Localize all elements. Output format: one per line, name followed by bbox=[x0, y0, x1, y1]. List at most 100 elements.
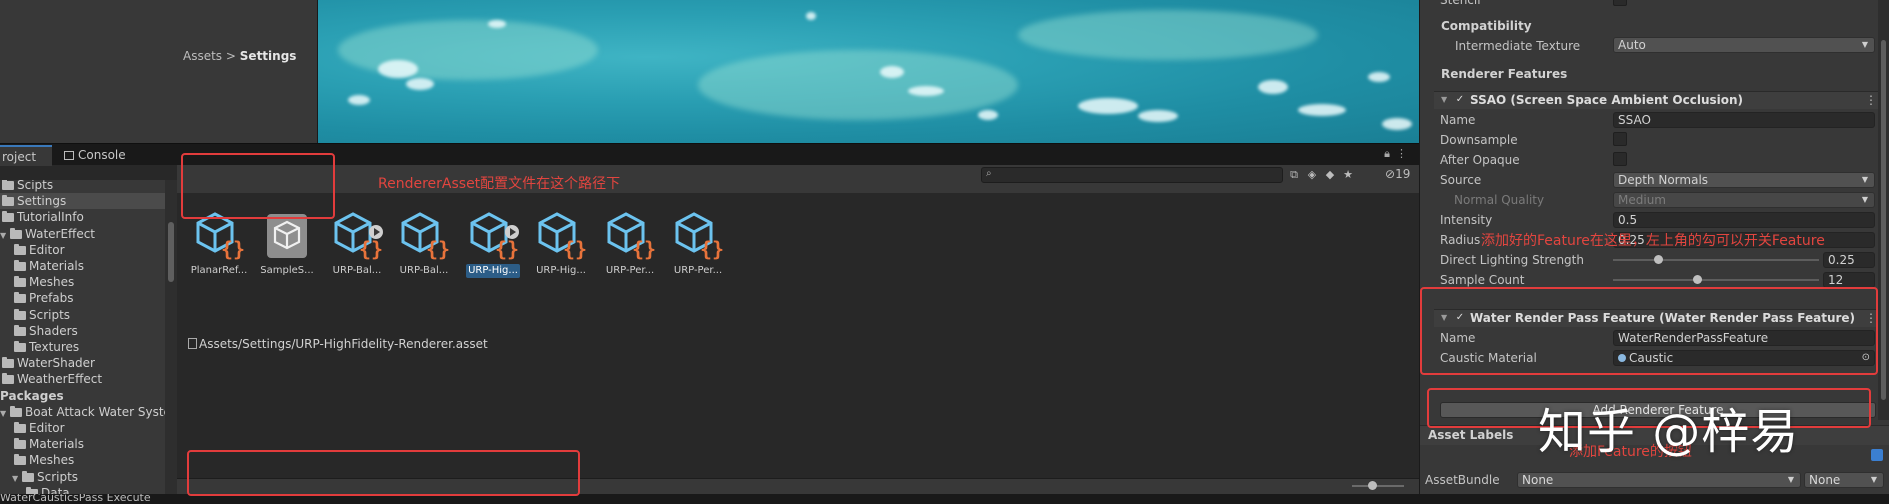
radius-field[interactable]: 0.25 bbox=[1613, 232, 1875, 248]
asset-item[interactable]: {} URP-Bal... bbox=[390, 210, 458, 278]
asset-item[interactable]: {} URP-Per... bbox=[664, 210, 732, 278]
tree-scroll-thumb[interactable] bbox=[168, 222, 174, 282]
after-opaque-checkbox[interactable] bbox=[1613, 152, 1627, 166]
svg-text:{}: {} bbox=[359, 237, 383, 261]
direct-lighting-slider-knob[interactable] bbox=[1654, 255, 1664, 264]
search-filter-icon[interactable]: ◈ bbox=[1304, 168, 1320, 182]
renderer-features-header: Renderer Features bbox=[1441, 67, 1568, 81]
direct-lighting-field[interactable]: 0.25 bbox=[1823, 252, 1875, 268]
panel-menu-icons[interactable]: 🔒︎⋮ bbox=[1384, 147, 1413, 161]
water-enable-checkbox[interactable]: ✓ bbox=[1454, 312, 1466, 324]
foldout-caret-icon[interactable]: ▼ bbox=[1441, 309, 1447, 327]
asset-item[interactable]: {} URP-Per... bbox=[596, 210, 664, 278]
tree-item[interactable]: ▼ Scripts bbox=[0, 469, 78, 485]
downsample-checkbox[interactable] bbox=[1613, 132, 1627, 146]
search-by-type-icon[interactable]: ⧉ bbox=[1286, 168, 1302, 182]
asset-item[interactable]: SampleS... bbox=[253, 210, 321, 278]
tree-item-label: Data bbox=[41, 485, 70, 494]
intensity-field[interactable]: 0.5 bbox=[1613, 212, 1875, 228]
tree-item[interactable]: WeatherEffect bbox=[0, 371, 102, 387]
sample-count-label: Sample Count bbox=[1440, 273, 1525, 287]
tree-item[interactable]: Packages bbox=[0, 388, 64, 404]
ssao-feature-title: SSAO (Screen Space Ambient Occlusion) bbox=[1470, 93, 1744, 107]
foldout-caret-icon[interactable]: ▼ bbox=[1441, 91, 1447, 109]
intermediate-texture-dropdown[interactable]: Auto ▼ bbox=[1613, 37, 1875, 53]
tree-item[interactable]: Meshes bbox=[0, 274, 74, 290]
tree-item[interactable]: Scripts bbox=[0, 307, 70, 323]
folder-icon bbox=[2, 211, 14, 223]
tree-item[interactable]: ▼Boat Attack Water System bbox=[0, 404, 165, 420]
tree-item-label: Meshes bbox=[29, 453, 75, 468]
search-input[interactable]: ⌕ bbox=[981, 167, 1283, 183]
direct-lighting-slider[interactable] bbox=[1613, 259, 1819, 261]
asset-item[interactable]: {} PlanarRef... bbox=[185, 210, 253, 278]
tree-item[interactable]: TutorialInfo bbox=[0, 209, 84, 225]
asset-item[interactable]: {} URP-Bal... bbox=[323, 210, 391, 278]
project-panel: roject Console 🔒︎⋮ ⌕ ⧉ ◈ ◆ ★ ⊘19 Scipts S… bbox=[0, 143, 1419, 494]
tree-item[interactable]: ▼ WaterEffect bbox=[0, 226, 95, 242]
sample-count-slider-knob[interactable] bbox=[1693, 275, 1703, 284]
scene-view[interactable] bbox=[318, 0, 1419, 143]
caustic-material-field[interactable]: Caustic ⊙ bbox=[1613, 350, 1875, 366]
folder-tree[interactable]: Scipts Settings TutorialInfo ▼ WaterEffect Ed… bbox=[0, 180, 165, 494]
inspector-scroll-thumb[interactable] bbox=[1881, 40, 1886, 400]
tab-console[interactable]: Console bbox=[56, 145, 136, 166]
tree-item[interactable]: Settings bbox=[0, 193, 165, 210]
label-filter-icon[interactable]: ◆ bbox=[1322, 168, 1338, 182]
object-picker-icon[interactable]: ⊙ bbox=[1862, 351, 1870, 365]
tree-scrollbar[interactable] bbox=[165, 180, 177, 494]
stencil-checkbox[interactable] bbox=[1613, 0, 1627, 6]
ssao-enable-checkbox[interactable]: ✓ bbox=[1454, 94, 1466, 106]
tree-item[interactable]: Prefabs bbox=[0, 290, 74, 306]
asset-label: URP-Per... bbox=[673, 265, 723, 276]
console-status-text[interactable]: WaterCausticsPass Execute bbox=[0, 494, 151, 504]
source-value: Depth Normals bbox=[1618, 173, 1709, 187]
lock-icon[interactable]: 🔒︎ bbox=[1384, 147, 1396, 160]
folder-icon bbox=[14, 454, 26, 466]
water-kebab-icon[interactable]: ⋮ bbox=[1865, 309, 1877, 327]
water-name-field[interactable]: WaterRenderPassFeature bbox=[1613, 330, 1875, 346]
tree-item-label: Materials bbox=[29, 437, 85, 452]
breadcrumb-current[interactable]: Settings bbox=[240, 49, 297, 63]
water-name-label: Name bbox=[1440, 331, 1476, 345]
asset-item[interactable]: {} URP-Hig... bbox=[459, 210, 527, 278]
tree-item[interactable]: Materials bbox=[0, 436, 84, 452]
tree-item[interactable]: Scipts bbox=[0, 180, 53, 193]
tag-icon[interactable] bbox=[1871, 449, 1883, 461]
tree-item[interactable]: Meshes bbox=[0, 452, 74, 468]
kebab-menu-icon[interactable]: ⋮ bbox=[1396, 147, 1413, 160]
tree-item[interactable]: Materials bbox=[0, 258, 84, 274]
tree-item-label: Prefabs bbox=[29, 291, 74, 306]
favorites-icon[interactable]: ★ bbox=[1340, 168, 1356, 182]
tree-item[interactable]: Editor bbox=[0, 420, 65, 436]
asset-label: URP-Per... bbox=[605, 265, 655, 276]
folder-icon bbox=[14, 324, 26, 336]
after-opaque-label: After Opaque bbox=[1440, 153, 1520, 167]
asset-item[interactable]: {} URP-Hig... bbox=[527, 210, 595, 278]
tree-item[interactable]: Editor bbox=[0, 242, 65, 258]
icon-size-slider-knob[interactable] bbox=[1368, 481, 1377, 490]
tree-item-label: Scipts bbox=[17, 180, 54, 192]
breadcrumb-root[interactable]: Assets bbox=[183, 49, 222, 63]
source-dropdown[interactable]: Depth Normals ▼ bbox=[1613, 172, 1875, 188]
ssao-kebab-icon[interactable]: ⋮ bbox=[1865, 91, 1877, 109]
folder-icon bbox=[14, 341, 26, 352]
tab-project[interactable]: roject bbox=[0, 145, 52, 166]
hidden-packages-count[interactable]: ⊘19 bbox=[1385, 167, 1410, 181]
tree-item[interactable]: WaterShader bbox=[0, 355, 95, 371]
folder-icon bbox=[14, 243, 26, 255]
tree-item[interactable]: Data bbox=[0, 485, 70, 494]
sample-count-slider[interactable] bbox=[1613, 279, 1819, 281]
inspector-scrollbar[interactable] bbox=[1878, 0, 1889, 420]
tree-item[interactable]: Shaders bbox=[0, 323, 78, 339]
icon-size-slider[interactable] bbox=[1352, 485, 1404, 487]
add-renderer-feature-button[interactable]: Add Renderer Feature bbox=[1440, 402, 1876, 418]
ssao-name-label: Name bbox=[1440, 113, 1476, 127]
sample-count-field[interactable]: 12 bbox=[1823, 272, 1875, 288]
assetbundle-dropdown[interactable]: None ▼ bbox=[1517, 472, 1801, 488]
tree-item[interactable]: Textures bbox=[0, 339, 79, 355]
assetbundle-variant-dropdown[interactable]: None ▼ bbox=[1804, 472, 1884, 488]
hidden-count-value: 19 bbox=[1395, 167, 1411, 181]
ssao-name-field[interactable]: SSAO bbox=[1613, 112, 1875, 128]
asset-label: SampleS... bbox=[260, 265, 314, 276]
